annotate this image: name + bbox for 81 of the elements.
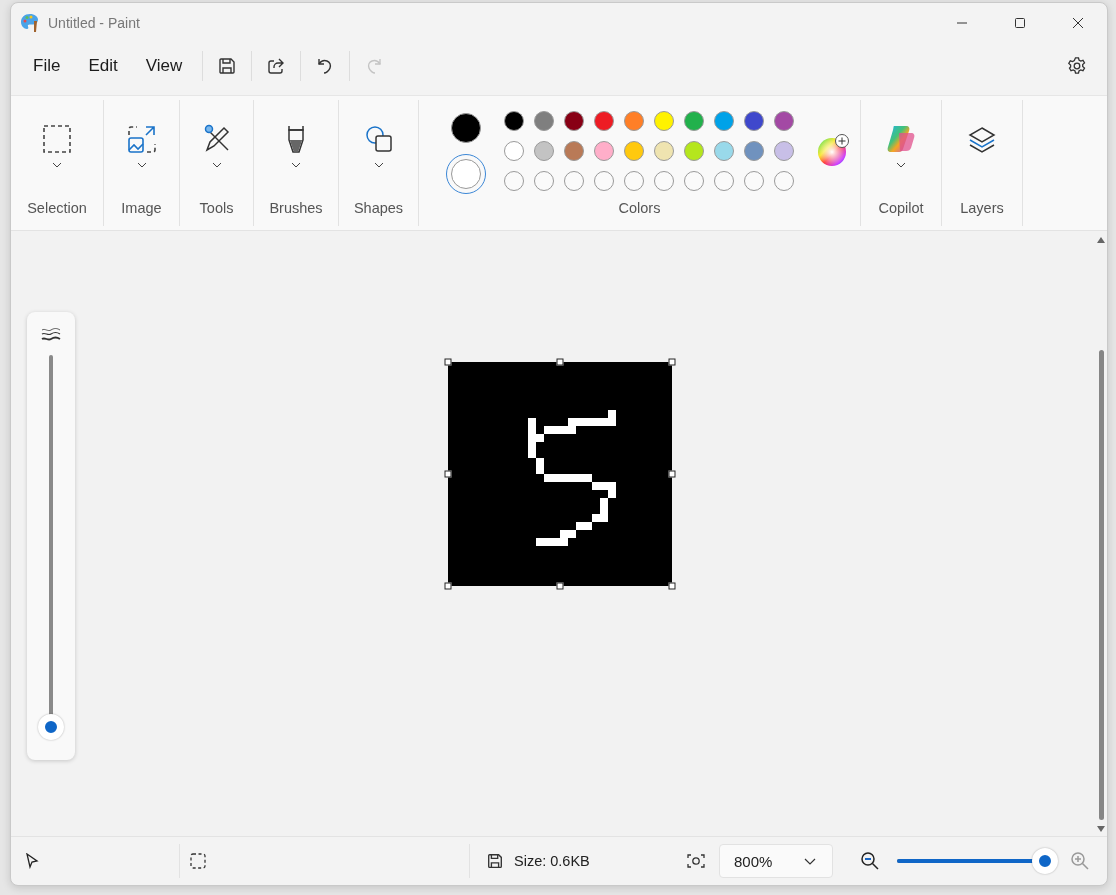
color-swatch[interactable] — [563, 111, 584, 131]
color-swatch[interactable] — [773, 141, 794, 161]
empty-color-slot[interactable] — [743, 171, 764, 191]
group-label: Brushes — [269, 200, 323, 216]
color-swatch[interactable] — [533, 111, 554, 131]
color-swatch[interactable] — [533, 141, 554, 161]
slider-thumb[interactable] — [1032, 848, 1058, 874]
empty-color-slot[interactable] — [623, 171, 644, 191]
palette-icon — [20, 13, 40, 33]
menu-item[interactable]: Edit — [74, 48, 132, 84]
empty-color-slot[interactable] — [683, 171, 704, 191]
empty-color-slot[interactable] — [563, 171, 584, 191]
resize-handle[interactable] — [556, 358, 564, 366]
group-label: Layers — [960, 200, 1004, 216]
color-swatch[interactable] — [713, 111, 734, 131]
color-swatch[interactable] — [713, 141, 734, 161]
color-swatch[interactable] — [623, 111, 644, 131]
empty-color-slot[interactable] — [713, 171, 734, 191]
stroke-width-icon — [41, 328, 61, 342]
color-swatch[interactable] — [623, 141, 644, 161]
selection-icon — [190, 853, 206, 869]
color-swatch[interactable] — [743, 141, 764, 161]
settings-icon — [1067, 56, 1087, 76]
scroll-up-icon[interactable] — [1097, 237, 1105, 243]
chevron-icon — [373, 162, 384, 168]
zoom-out-icon — [860, 851, 880, 871]
color-swatch[interactable] — [683, 141, 704, 161]
file-size: Size: 0.6KB — [514, 853, 590, 869]
empty-color-slot[interactable] — [653, 171, 674, 191]
chevron-icon — [291, 162, 301, 168]
slider-thumb[interactable] — [38, 714, 64, 740]
zoom-in-icon — [1070, 851, 1090, 871]
chevron-icon — [211, 162, 222, 168]
group-label: Tools — [199, 200, 234, 216]
window-title: Untitled - Paint — [48, 15, 140, 31]
resize-handle[interactable] — [668, 358, 676, 366]
group-label: Copilot — [878, 200, 924, 216]
color-swatch[interactable] — [743, 111, 764, 131]
empty-color-slot[interactable] — [533, 171, 554, 191]
color-swatch[interactable] — [563, 141, 584, 161]
empty-color-slot[interactable] — [593, 171, 614, 191]
color-swatch[interactable] — [503, 141, 524, 161]
selection-icon — [42, 124, 72, 154]
chevron-icon — [136, 162, 147, 168]
group-label: Image — [121, 200, 162, 216]
color-swatch[interactable] — [593, 141, 614, 161]
color-swatch[interactable] — [503, 111, 524, 131]
save-icon — [486, 852, 504, 870]
pointer-icon — [25, 853, 39, 869]
maximize-icon — [1014, 17, 1026, 29]
layers-icon — [967, 124, 997, 154]
color-wheel-icon — [815, 132, 850, 167]
scroll-down-icon[interactable] — [1097, 826, 1105, 832]
vertical-scrollbar[interactable] — [1095, 231, 1107, 836]
image-icon — [126, 124, 157, 154]
menu-item[interactable]: File — [19, 48, 75, 84]
zoom-dropdown[interactable]: 800% — [719, 844, 833, 878]
resize-handle[interactable] — [444, 582, 452, 590]
color-swatch[interactable] — [683, 111, 704, 131]
shapes-icon — [363, 124, 394, 154]
resize-handle[interactable] — [668, 470, 676, 478]
resize-handle[interactable] — [668, 582, 676, 590]
color-swatch[interactable] — [593, 111, 614, 131]
resize-handle[interactable] — [556, 582, 564, 590]
fit-to-window-icon — [687, 853, 705, 869]
group-label: Colors — [618, 200, 661, 216]
resize-handle[interactable] — [444, 470, 452, 478]
copilot-icon — [885, 124, 917, 154]
group-label: Shapes — [353, 200, 404, 216]
close-icon — [1072, 17, 1084, 29]
empty-color-slot[interactable] — [773, 171, 794, 191]
resize-handle[interactable] — [444, 358, 452, 366]
color-swatch[interactable] — [653, 141, 674, 161]
color-swatch[interactable] — [653, 111, 674, 131]
group-label: Selection — [27, 200, 87, 216]
empty-color-slot[interactable] — [503, 171, 524, 191]
chevron-icon — [52, 162, 62, 168]
menu-item[interactable]: View — [131, 48, 197, 84]
chevron-icon — [804, 857, 816, 865]
color-swatch[interactable] — [773, 111, 794, 131]
chevron-icon — [896, 162, 906, 168]
